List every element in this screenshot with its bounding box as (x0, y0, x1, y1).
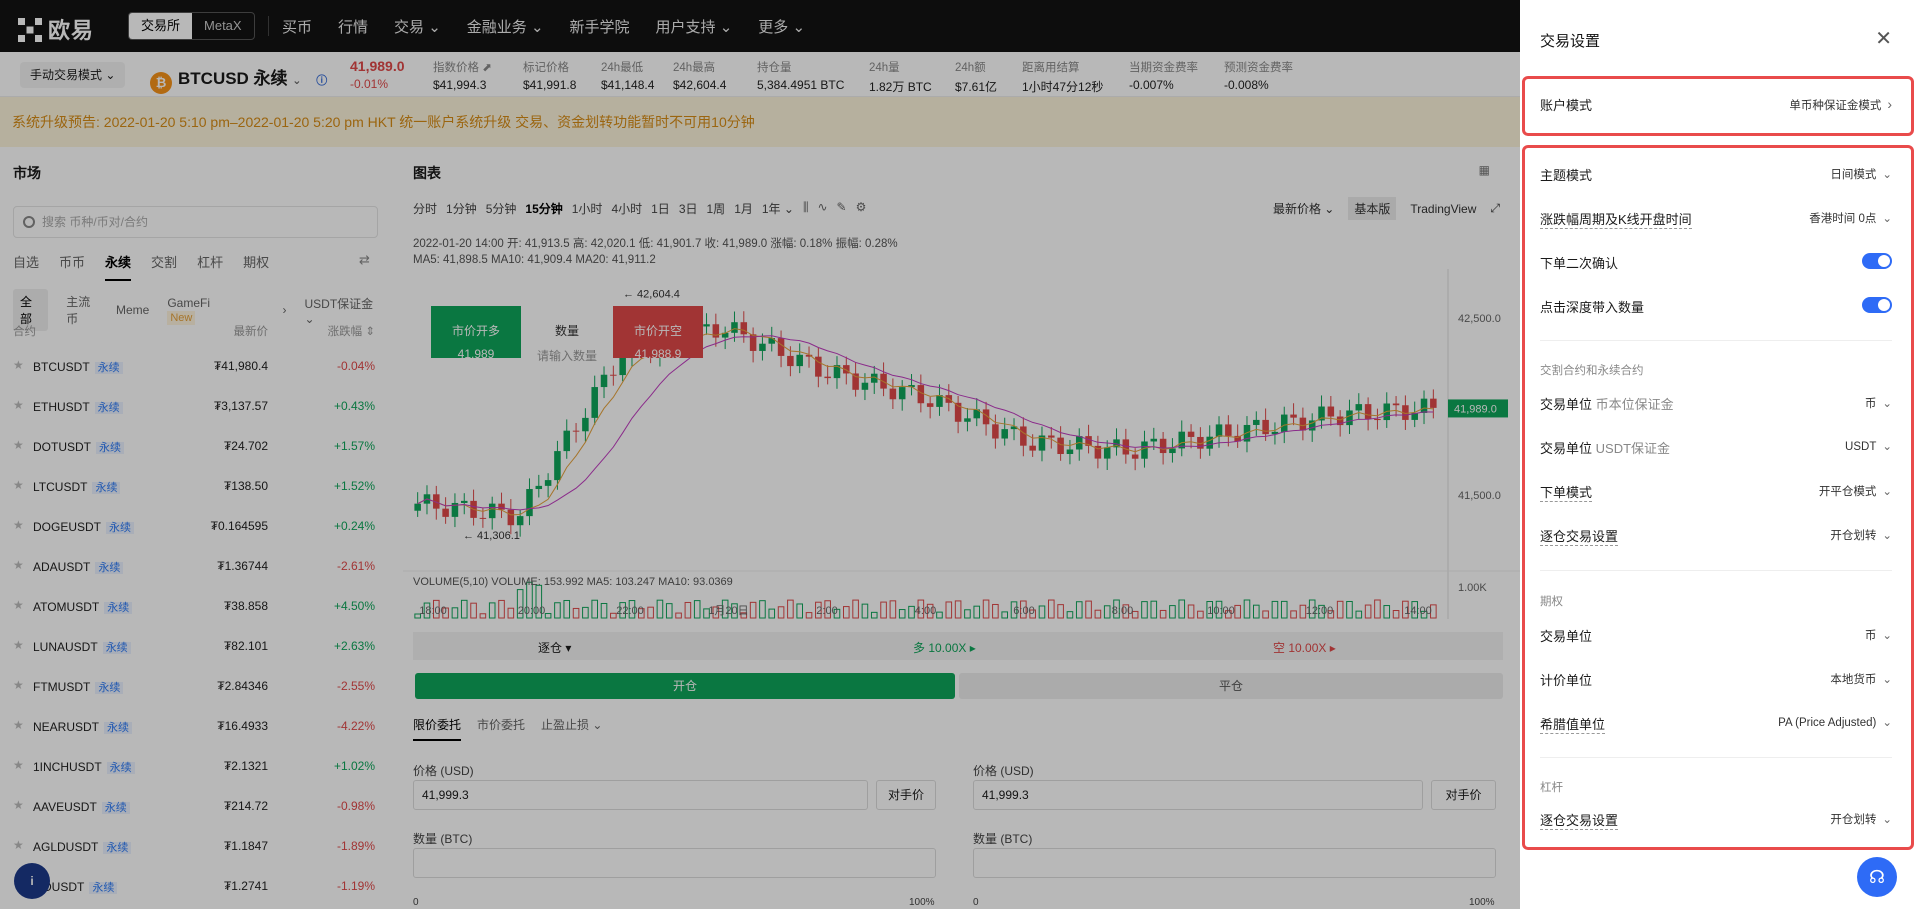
group-futures-perp: 交割合约和永续合约 (1540, 365, 1644, 377)
quote-unit-text: 本地货币 (1830, 674, 1877, 686)
chevron-down-icon: ⌄ (1882, 398, 1892, 410)
divider (1540, 570, 1892, 571)
isolated-1-label: 逐仓交易设置 (1540, 526, 1619, 546)
chevron-down-icon: ⌄ (1882, 630, 1892, 642)
setting-account-mode[interactable]: 账户模式 单币种保证金模式 › (1540, 95, 1892, 117)
setting-period[interactable]: 涨跌幅周期及K线开盘时间 香港时间 0点 ⌄ (1540, 209, 1892, 231)
group-options: 期权 (1540, 596, 1563, 608)
setting-order-mode[interactable]: 下单模式 开平仓模式 ⌄ (1540, 482, 1892, 504)
chevron-down-icon: ⌄ (1882, 530, 1892, 542)
chevron-right-icon: › (1887, 96, 1892, 112)
divider (1540, 757, 1892, 758)
unit-coin-label: 交易单位 币本位保证金 (1540, 394, 1674, 413)
greek-unit-value: PA (Price Adjusted) ⌄ (1778, 715, 1892, 729)
setting-quote-unit[interactable]: 计价单位 本地货币 ⌄ (1540, 670, 1892, 692)
account-mode-label: 账户模式 (1540, 98, 1593, 113)
unit-usdt-key: 交易单位 (1540, 441, 1593, 456)
period-value: 香港时间 0点 ⌄ (1809, 210, 1892, 226)
isolated-1-text: 开仓划转 (1830, 530, 1877, 542)
setting-option-unit[interactable]: 交易单位币 ⌄ (1540, 626, 1892, 648)
isolated-2-value: 开仓划转 ⌄ (1830, 811, 1892, 827)
headset-support-icon[interactable]: ☊ (1857, 857, 1897, 897)
setting-unit-usdt[interactable]: 交易单位 USDT保证金 USDT ⌄ (1540, 438, 1892, 460)
depth-qty-toggle[interactable] (1862, 297, 1892, 313)
account-mode-text: 单币种保证金模式 (1789, 100, 1882, 112)
theme-label: 主题模式 (1540, 168, 1593, 183)
quote-unit-value: 本地货币 ⌄ (1830, 671, 1892, 687)
unit-coin-sub: 币本位保证金 (1595, 397, 1674, 412)
greek-unit-text: PA (Price Adjusted) (1778, 717, 1877, 729)
order-mode-value: 开平仓模式 ⌄ (1819, 483, 1892, 499)
unit-usdt-text: USDT (1845, 441, 1877, 453)
chevron-down-icon: ⌄ (1882, 674, 1892, 686)
option-unit-value: 币 ⌄ (1865, 627, 1892, 643)
setting-theme[interactable]: 主题模式 日间模式 ⌄ (1540, 165, 1892, 187)
quote-unit-label: 计价单位 (1540, 673, 1593, 688)
unit-coin-key: 交易单位 (1540, 397, 1593, 412)
setting-isolated-1[interactable]: 逐仓交易设置 开仓划转 ⌄ (1540, 526, 1892, 548)
chevron-down-icon: ⌄ (1882, 169, 1892, 181)
isolated-2-text: 开仓划转 (1830, 814, 1877, 826)
setting-depth-qty: 点击深度带入数量 (1540, 297, 1892, 319)
theme-text: 日间模式 (1830, 169, 1877, 181)
order-confirm-toggle[interactable] (1862, 253, 1892, 269)
chevron-down-icon: ⌄ (1882, 213, 1892, 225)
greek-unit-label: 希腊值单位 (1540, 714, 1606, 734)
chevron-down-icon: ⌄ (1882, 717, 1892, 729)
account-mode-value: 单币种保证金模式 › (1789, 96, 1892, 113)
setting-greek-unit[interactable]: 希腊值单位 PA (Price Adjusted) ⌄ (1540, 714, 1892, 736)
period-text: 香港时间 0点 (1809, 213, 1877, 225)
unit-usdt-sub: USDT保证金 (1595, 441, 1671, 456)
option-unit-label: 交易单位 (1540, 629, 1593, 644)
order-confirm-label: 下单二次确认 (1540, 256, 1619, 271)
depth-qty-label: 点击深度带入数量 (1540, 300, 1645, 315)
isolated-1-value: 开仓划转 ⌄ (1830, 527, 1892, 543)
trade-settings-drawer: 交易设置 ✕ 账户模式 单币种保证金模式 › 主题模式 日间模式 ⌄ 涨跌幅周期及K线开… (1520, 0, 1916, 909)
group-margin: 杠杆 (1540, 782, 1563, 794)
setting-isolated-2[interactable]: 逐仓交易设置 开仓划转 ⌄ (1540, 810, 1892, 832)
option-unit-text: 币 (1864, 630, 1877, 642)
order-mode-text: 开平仓模式 (1818, 486, 1877, 498)
unit-usdt-value: USDT ⌄ (1845, 439, 1892, 453)
setting-order-confirm: 下单二次确认 (1540, 253, 1892, 275)
unit-coin-value: 币 ⌄ (1865, 395, 1892, 411)
divider (1540, 340, 1892, 341)
chevron-down-icon: ⌄ (1882, 814, 1892, 826)
order-mode-label: 下单模式 (1540, 482, 1593, 502)
setting-unit-coin[interactable]: 交易单位 币本位保证金币 ⌄ (1540, 394, 1892, 416)
chevron-down-icon: ⌄ (1882, 441, 1892, 453)
theme-value: 日间模式 ⌄ (1830, 166, 1892, 182)
drawer-title: 交易设置 (1540, 33, 1601, 50)
chevron-down-icon: ⌄ (1882, 486, 1892, 498)
isolated-2-label: 逐仓交易设置 (1540, 810, 1619, 830)
period-label: 涨跌幅周期及K线开盘时间 (1540, 209, 1692, 229)
unit-coin-text: 币 (1864, 398, 1877, 410)
close-icon[interactable]: ✕ (1875, 26, 1892, 51)
modal-backdrop[interactable] (0, 0, 1520, 909)
unit-usdt-label: 交易单位 USDT保证金 (1540, 438, 1670, 457)
